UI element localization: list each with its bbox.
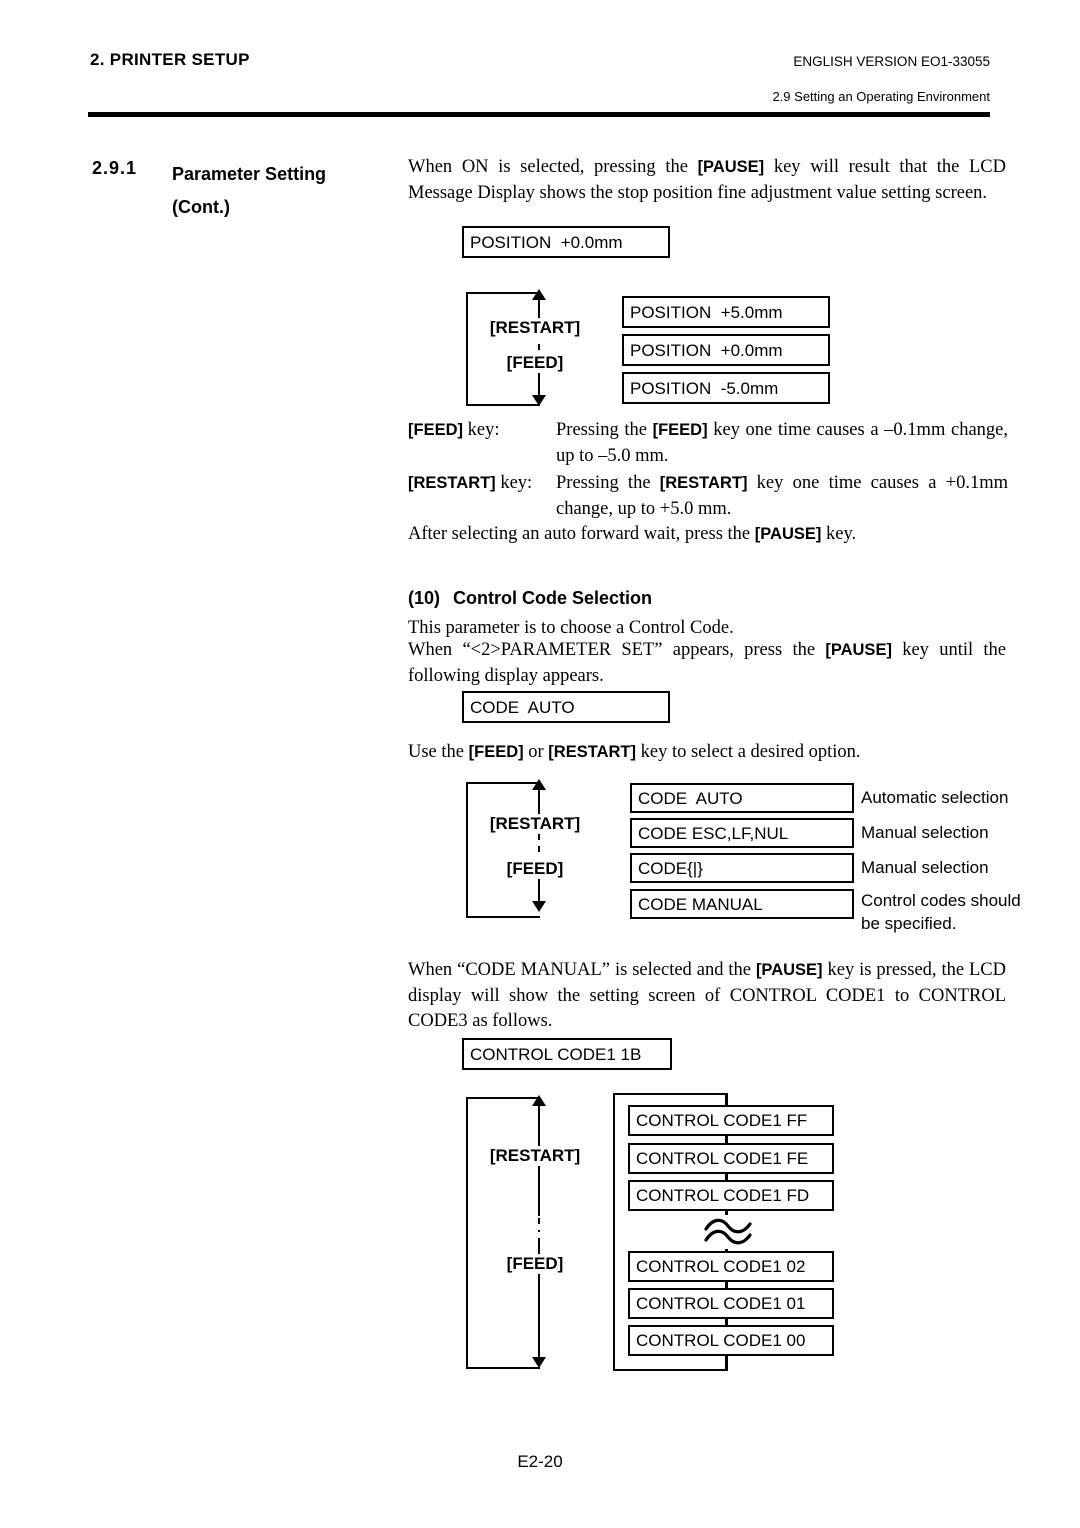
lcd-ctrl-option-top-1: CONTROL CODE1 FE [628, 1143, 834, 1174]
lcd-code-option-3: CODE MANUAL [630, 889, 854, 919]
use-restart-key-ref: [RESTART] [548, 743, 636, 761]
use-text-1: Use the [408, 742, 469, 762]
document-page: 2. PRINTER SETUP ENGLISH VERSION EO1-330… [0, 0, 1080, 1528]
page-footer: E2-20 [517, 1452, 563, 1471]
lcd-code-option-1: CODE ESC,LF,NUL [630, 818, 854, 848]
code-option-1-note: Manual selection [861, 823, 989, 842]
lcd-position-option-1: POSITION +0.0mm [622, 334, 830, 366]
flow-ctrl-restart-label: [RESTART] [470, 1146, 600, 1166]
item10-title: Control Code Selection [453, 588, 653, 608]
flow-ctrl-down-arrowhead [532, 1357, 546, 1368]
lcd-ctrl-option-bottom-0: CONTROL CODE1 02 [628, 1251, 834, 1282]
flow-position-up-arrowhead [532, 289, 546, 300]
lcd-code-option-0: CODE AUTO [630, 783, 854, 813]
code-option-0-note: Automatic selection [861, 788, 1009, 807]
feed-key-name: [FEED] [408, 421, 463, 439]
lcd-position-option-2: POSITION -5.0mm [622, 372, 830, 404]
flow-ctrl-dashed-link [538, 1218, 540, 1232]
after-text-1: After selecting an auto forward wait, pr… [408, 524, 755, 544]
lcd-ctrl-option-bottom-1: CONTROL CODE1 01 [628, 1288, 834, 1319]
item10-pause-key-ref: [PAUSE] [825, 641, 892, 659]
section-title-line1: Parameter Setting [172, 164, 327, 184]
pause-key-ref: [PAUSE] [697, 158, 765, 176]
restart-desc-keyref: [RESTART] [659, 474, 748, 492]
flow-position-loop-frame [466, 292, 540, 406]
flow-position-restart-label: [RESTART] [470, 318, 600, 338]
code-manual-paragraph: When “CODE MANUAL” is selected and the [… [408, 958, 1006, 1035]
header-chapter-title: 2. PRINTER SETUP [90, 50, 250, 69]
key-description-block: [FEED] key: Pressing the [FEED] key one … [408, 418, 1008, 522]
restart-key-suffix: key: [495, 473, 533, 493]
header-version: ENGLISH VERSION EO1-33055 [793, 54, 990, 69]
flow-code-dashed-link [538, 834, 540, 854]
feed-desc-1: Pressing the [556, 420, 653, 440]
code-option-2-note: Manual selection [861, 858, 989, 877]
use-feed-key-ref: [FEED] [468, 743, 524, 761]
manual-pause-key-ref: [PAUSE] [755, 961, 823, 979]
feed-key-label: [FEED] key: [408, 418, 554, 444]
item10-number: (10) [408, 588, 441, 608]
manual-text-1: When “CODE MANUAL” is selected and the [408, 960, 756, 980]
flow-code-restart-label: [RESTART] [470, 814, 600, 834]
feed-key-suffix: key: [463, 420, 500, 440]
lcd-control-code-initial: CONTROL CODE1 1B [462, 1038, 672, 1070]
lcd-ctrl-option-top-2: CONTROL CODE1 FD [628, 1180, 834, 1211]
flow-position-feed-label: [FEED] [478, 353, 592, 373]
after-text-2: key. [821, 524, 857, 544]
lcd-code-initial: CODE AUTO [462, 691, 670, 723]
feed-desc-keyref: [FEED] [652, 421, 708, 439]
flow-ctrl-loop-frame [466, 1097, 540, 1369]
flow-ctrl-feed-label: [FEED] [478, 1254, 592, 1274]
item10-paragraph-2: When “<2>PARAMETER SET” appears, press t… [408, 638, 1006, 689]
after-pause-key-ref: [PAUSE] [754, 525, 822, 543]
code-option-3-note: Control codes should be specified. [861, 891, 1021, 933]
lcd-ctrl-option-top-0: CONTROL CODE1 FF [628, 1105, 834, 1136]
flow-code-down-arrowhead [532, 901, 546, 912]
restart-key-label: [RESTART] key: [408, 471, 554, 497]
item10-p2-text1: When “<2>PARAMETER SET” appears, press t… [408, 640, 826, 660]
lcd-code-option-2: CODE{|} [630, 853, 854, 883]
flow-code-loop-frame [466, 782, 540, 918]
lcd-position-option-0: POSITION +5.0mm [622, 296, 830, 328]
flow-position-down-shaft [538, 372, 540, 396]
section-title: Parameter Setting (Cont.) [172, 158, 382, 224]
flow-ctrl-up-arrowhead [532, 1095, 546, 1106]
feed-key-row: [FEED] key: Pressing the [FEED] key one … [408, 418, 1008, 469]
intro-text-1: When ON is selected, pressing the [408, 157, 698, 177]
intro-paragraph: When ON is selected, pressing the [PAUSE… [408, 155, 1006, 206]
use-text-2: or [523, 742, 549, 762]
restart-key-description: Pressing the [RESTART] key one time caus… [556, 471, 1008, 522]
use-key-line: Use the [FEED] or [RESTART] key to selec… [408, 740, 1006, 766]
section-number: 2.9.1 [92, 158, 138, 178]
header-rule [88, 112, 990, 117]
lcd-position-initial: POSITION +0.0mm [462, 226, 670, 258]
flow-code-up-arrowhead [532, 779, 546, 790]
flow-position-down-arrowhead [532, 395, 546, 406]
feed-key-description: Pressing the [FEED] key one time causes … [556, 418, 1008, 469]
after-selecting-paragraph: After selecting an auto forward wait, pr… [408, 522, 1006, 548]
flow-ctrl-break-symbol-icon [704, 1218, 752, 1245]
item10-heading: (10) Control Code Selection [408, 588, 652, 609]
header-section-subtitle: 2.9 Setting an Operating Environment [772, 89, 990, 104]
restart-key-name: [RESTART] [408, 474, 496, 492]
section-title-line2: (Cont.) [172, 197, 230, 217]
lcd-ctrl-option-bottom-2: CONTROL CODE1 00 [628, 1325, 834, 1356]
use-text-3: key to select a desired option. [635, 742, 861, 762]
flow-code-feed-label: [FEED] [478, 859, 592, 879]
restart-key-row: [RESTART] key: Pressing the [RESTART] ke… [408, 471, 1008, 522]
restart-desc-1: Pressing the [556, 473, 660, 493]
